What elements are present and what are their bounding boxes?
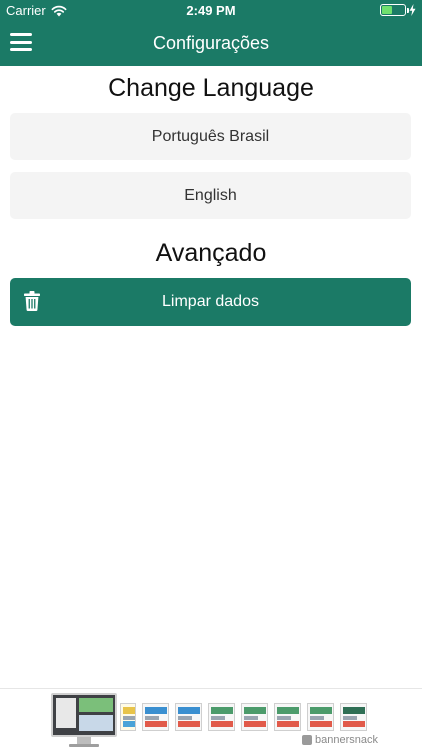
monitor-base	[69, 744, 99, 747]
battery-icon	[380, 4, 409, 16]
banner-brand: bannersnack	[302, 734, 378, 746]
settings-screen: Carrier 2:49 PM Configurações Change Lan…	[0, 0, 422, 750]
language-option-portugues[interactable]: Português Brasil	[10, 113, 411, 160]
banner-thumbnail	[241, 703, 268, 731]
header: Carrier 2:49 PM Configurações	[0, 0, 422, 66]
monitor-screen	[51, 693, 117, 737]
banner-thumbnails	[120, 703, 367, 731]
trash-icon	[24, 291, 40, 311]
banner-thumbnail	[307, 703, 334, 731]
banner-thumbnail	[120, 703, 136, 731]
advanced-section-title: Avançado	[155, 239, 267, 267]
banner-thumbnail	[274, 703, 301, 731]
clear-data-button[interactable]: Limpar dados	[10, 278, 411, 326]
language-section-title: Change Language	[108, 74, 314, 102]
battery-level	[382, 6, 392, 14]
banner-brand-label: bannersnack	[315, 734, 378, 746]
language-option-english[interactable]: English	[10, 172, 411, 219]
bolt-icon	[409, 4, 416, 16]
battery-tip	[407, 8, 409, 13]
status-time: 2:49 PM	[186, 3, 236, 18]
monitor-stand	[77, 737, 91, 744]
monitor-image	[51, 693, 117, 747]
page-title: Configurações	[152, 33, 270, 53]
banner-thumbnail	[142, 703, 169, 731]
status-bar: Carrier 2:49 PM	[0, 0, 422, 22]
status-right	[380, 4, 416, 16]
banner-thumbnail	[175, 703, 202, 731]
navbar: Configurações	[0, 22, 422, 66]
banner-ad[interactable]: bannersnack	[0, 688, 422, 750]
banner-thumbnail	[340, 703, 367, 731]
bannersnack-logo-icon	[302, 735, 312, 745]
banner-thumbnail	[208, 703, 235, 731]
clear-data-label: Limpar dados	[162, 293, 259, 310]
